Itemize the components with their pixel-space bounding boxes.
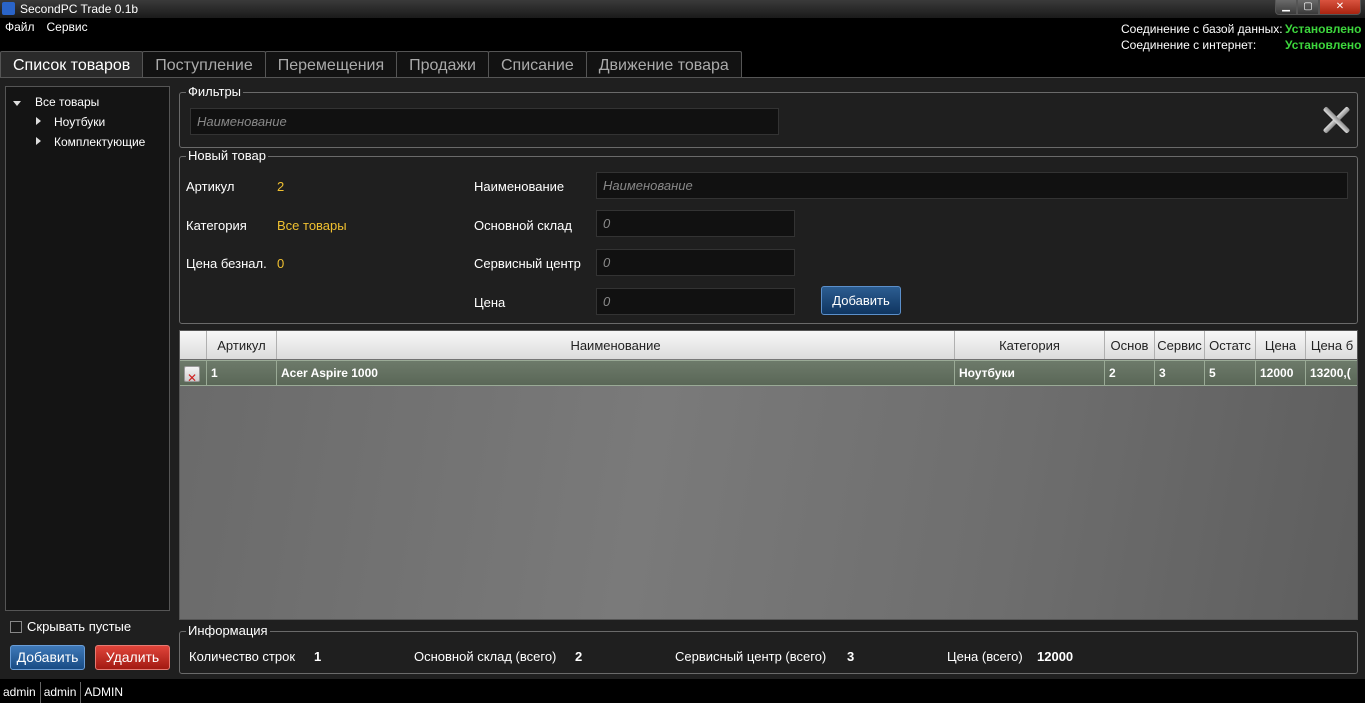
delete-row-icon[interactable] — [184, 366, 200, 386]
tab-bar: Список товаров Поступление Перемещения П… — [0, 51, 742, 78]
main-stock-label: Основной склад — [474, 218, 572, 233]
cashless-price-label: Цена безнал. — [186, 256, 267, 271]
filters-group: Фильтры Наименование — [179, 84, 1358, 148]
hide-empty-toggle[interactable]: Скрывать пустые — [10, 619, 131, 634]
info-title: Информация — [186, 623, 270, 639]
col-category[interactable]: Категория — [955, 331, 1105, 359]
service-total-label: Сервисный центр (всего) — [675, 649, 827, 664]
status-role: ADMIN — [84, 685, 124, 699]
expand-down-icon[interactable] — [13, 101, 21, 106]
status-user: admin — [0, 682, 41, 703]
table-row[interactable]: 1 Acer Aspire 1000 Ноутбуки 2 3 5 12000 … — [180, 360, 1357, 386]
cashless-price-value: 0 — [277, 256, 285, 271]
delete-category-button[interactable]: Удалить — [95, 645, 170, 670]
row-delete-cell — [180, 361, 207, 386]
tab-movement[interactable]: Движение товара — [585, 51, 742, 78]
cell-remaining: 5 — [1205, 361, 1256, 386]
service-center-input[interactable]: 0 — [596, 249, 795, 276]
cell-cashless-price: 13200,( — [1306, 361, 1357, 386]
cell-name: Acer Aspire 1000 — [277, 361, 955, 386]
info-group: Информация Количество строк 1 Основной с… — [179, 623, 1358, 674]
filter-name-input[interactable]: Наименование — [190, 108, 779, 135]
new-item-group: Новый товар Артикул 2 Категория Все това… — [179, 148, 1358, 324]
tab-writeoff[interactable]: Списание — [487, 51, 587, 78]
col-main-stock[interactable]: Основ — [1105, 331, 1155, 359]
rows-count-label: Количество строк — [189, 649, 296, 664]
expand-right-icon[interactable] — [36, 137, 41, 145]
filters-title: Фильтры — [186, 84, 244, 100]
name-input[interactable]: Наименование — [596, 172, 1348, 199]
col-article[interactable]: Артикул — [207, 331, 277, 359]
name-label: Наименование — [474, 179, 565, 194]
service-total-value: 3 — [847, 649, 855, 664]
cell-article: 1 — [207, 361, 277, 386]
col-remaining[interactable]: Остатс — [1205, 331, 1256, 359]
rows-count-value: 1 — [314, 649, 322, 664]
col-name[interactable]: Наименование — [277, 331, 955, 359]
window-controls: ▁ ▢ ✕ — [1275, 0, 1361, 15]
tab-sales[interactable]: Продажи — [396, 51, 489, 78]
title-bar: SecondPC Trade 0.1b ▁ ▢ ✕ — [0, 0, 1365, 18]
tree-item-components[interactable]: Комплектующие — [54, 135, 145, 149]
hide-empty-checkbox[interactable] — [10, 620, 22, 633]
tree-item-all[interactable]: Все товары — [35, 95, 99, 109]
main-panel: Все товары Ноутбуки Комплектующие Скрыва… — [0, 78, 1365, 679]
net-connection-label: Соединение с интернет: — [1121, 38, 1257, 52]
close-window-icon[interactable]: ✕ — [1319, 0, 1361, 15]
expand-right-icon[interactable] — [36, 117, 41, 125]
main-stock-total-label: Основной склад (всего) — [414, 649, 557, 664]
tab-receipts[interactable]: Поступление — [142, 51, 266, 78]
menu-file[interactable]: Файл — [5, 20, 35, 34]
price-input[interactable]: 0 — [596, 288, 795, 315]
status-bar: admin admin ADMIN — [0, 682, 1365, 703]
add-category-button[interactable]: Добавить — [10, 645, 85, 670]
new-item-title: Новый товар — [186, 148, 268, 164]
db-connection-label: Соединение с базой данных: — [1121, 22, 1283, 36]
app-icon — [2, 2, 15, 15]
price-total-label: Цена (всего) — [947, 649, 1023, 664]
col-service[interactable]: Сервис — [1155, 331, 1205, 359]
price-total-value: 12000 — [1037, 649, 1074, 664]
main-stock-input[interactable]: 0 — [596, 210, 795, 237]
col-price[interactable]: Цена — [1256, 331, 1306, 359]
category-tree[interactable]: Все товары Ноутбуки Комплектующие — [5, 86, 170, 611]
cell-service: 3 — [1155, 361, 1205, 386]
db-connection-value: Установлено — [1285, 22, 1362, 36]
window-title: SecondPC Trade 0.1b — [20, 2, 139, 16]
table-header: Артикул Наименование Категория Основ Сер… — [180, 331, 1357, 359]
menu-service[interactable]: Сервис — [47, 20, 88, 34]
products-table: Артикул Наименование Категория Основ Сер… — [179, 330, 1358, 620]
maximize-icon[interactable]: ▢ — [1297, 0, 1319, 15]
tab-products[interactable]: Список товаров — [0, 51, 144, 78]
cell-main-stock: 2 — [1105, 361, 1155, 386]
article-value: 2 — [277, 179, 285, 194]
status-login: admin — [41, 682, 82, 703]
cell-category: Ноутбуки — [955, 361, 1105, 386]
net-connection-value: Установлено — [1285, 38, 1362, 52]
menu-bar: Файл Сервис — [0, 20, 88, 34]
clear-filters-icon[interactable] — [1321, 105, 1351, 135]
minimize-icon[interactable]: ▁ — [1275, 0, 1297, 15]
cell-price: 12000 — [1256, 361, 1306, 386]
main-stock-total-value: 2 — [575, 649, 583, 664]
add-item-button[interactable]: Добавить — [821, 286, 901, 315]
category-value: Все товары — [277, 218, 347, 233]
service-center-label: Сервисный центр — [474, 256, 581, 271]
price-label: Цена — [474, 295, 506, 310]
col-delete[interactable] — [180, 331, 207, 359]
tab-transfers[interactable]: Перемещения — [264, 51, 398, 78]
hide-empty-label: Скрывать пустые — [27, 619, 132, 634]
tree-item-laptops[interactable]: Ноутбуки — [54, 115, 105, 129]
connection-status: Соединение с базой данных: Установлено С… — [1121, 21, 1361, 53]
category-label: Категория — [186, 218, 247, 233]
article-label: Артикул — [186, 179, 235, 194]
col-cashless-price[interactable]: Цена б — [1306, 331, 1357, 359]
